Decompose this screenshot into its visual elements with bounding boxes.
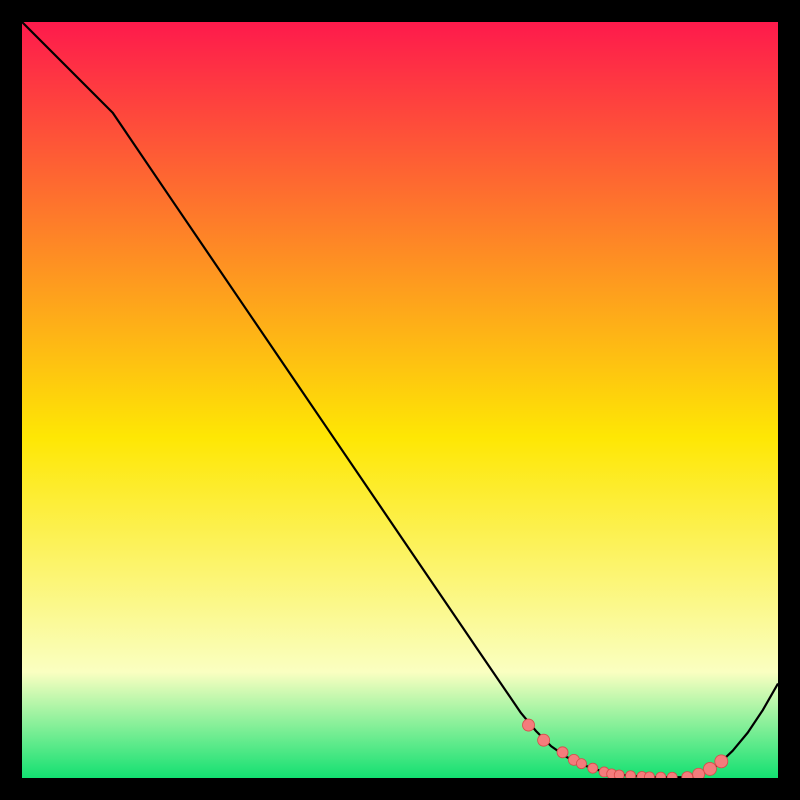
bottleneck-chart [22, 22, 778, 778]
optimal-marker [715, 755, 728, 768]
gradient-background [22, 22, 778, 778]
optimal-marker [626, 771, 636, 778]
optimal-marker [614, 770, 624, 778]
optimal-marker [644, 772, 654, 778]
optimal-marker [576, 759, 586, 769]
optimal-marker [523, 719, 535, 731]
chart-frame: TheBottleneck.com [22, 22, 778, 778]
optimal-marker [557, 747, 568, 758]
optimal-marker [538, 734, 550, 746]
optimal-marker [703, 762, 716, 775]
optimal-marker [693, 768, 705, 778]
optimal-marker [588, 763, 598, 773]
